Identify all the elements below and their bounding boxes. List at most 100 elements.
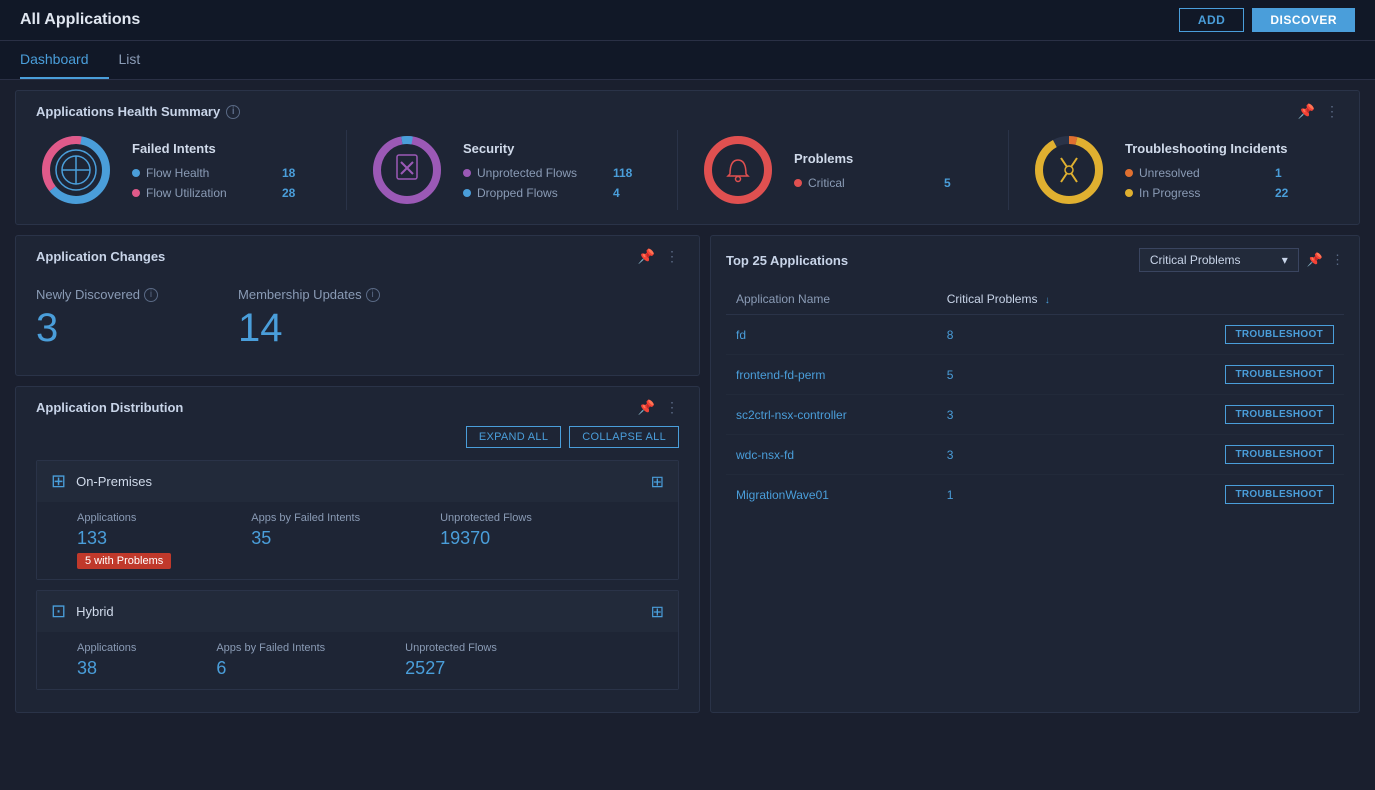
unprotected-flows-label: Unprotected Flows <box>477 166 607 180</box>
critical-count[interactable]: 8 <box>947 328 954 342</box>
troubleshoot-cell: TROUBLESHOOT <box>1135 395 1344 435</box>
app-changes-pin-icon[interactable]: 📌 <box>638 248 655 265</box>
critical-count[interactable]: 3 <box>947 408 954 422</box>
app-name-cell: frontend-fd-perm <box>726 355 937 395</box>
hybrid-applications: Applications 38 <box>77 642 136 679</box>
header-buttons: ADD DISCOVER <box>1179 8 1355 32</box>
collapse-all-button[interactable]: COLLAPSE ALL <box>569 426 679 448</box>
troubleshoot-cell: TROUBLESHOOT <box>1135 435 1344 475</box>
health-summary-info-icon[interactable]: i <box>226 105 240 119</box>
failed-intents-donut <box>36 130 116 210</box>
top25-card: Top 25 Applications Critical Problems ▾ … <box>710 235 1360 713</box>
main-content: Applications Health Summary i 📌 ⋮ <box>0 80 1375 723</box>
unprotected-flows-dot <box>463 169 471 177</box>
table-row: sc2ctrl-nsx-controller 3 TROUBLESHOOT <box>726 395 1344 435</box>
newly-discovered-metric: Newly Discovered i 3 <box>36 287 158 351</box>
dropdown-chevron-icon: ▾ <box>1282 253 1288 267</box>
on-premises-expand-btn[interactable]: ⊞ <box>651 472 664 492</box>
membership-updates-label: Membership Updates i <box>238 287 380 302</box>
on-premises-group: ⊞ On-Premises ⊞ Applications 133 5 with … <box>36 460 679 580</box>
troubleshoot-button[interactable]: TROUBLESHOOT <box>1225 365 1335 384</box>
hybrid-expand-btn[interactable]: ⊞ <box>651 602 664 622</box>
troubleshooting-section: Troubleshooting Incidents Unresolved 1 I… <box>1029 130 1339 210</box>
app-name-link[interactable]: frontend-fd-perm <box>736 368 825 382</box>
top25-filter: Critical Problems ▾ 📌 ⋮ <box>1139 248 1344 272</box>
app-name-cell: MigrationWave01 <box>726 475 937 515</box>
flow-health-label: Flow Health <box>146 166 276 180</box>
newly-discovered-value: 3 <box>36 306 158 351</box>
discover-button[interactable]: DISCOVER <box>1252 8 1355 32</box>
critical-label: Critical <box>808 176 938 190</box>
top25-more-icon[interactable]: ⋮ <box>1331 252 1344 268</box>
security-section: Security Unprotected Flows 118 Dropped F… <box>367 130 678 210</box>
on-premises-problems-badge: 5 with Problems <box>77 553 171 569</box>
critical-value-cell: 3 <box>937 395 1135 435</box>
security-title: Security <box>463 141 632 156</box>
unprotected-flows-row: Unprotected Flows 118 <box>463 166 632 180</box>
critical-count[interactable]: 1 <box>947 488 954 502</box>
top25-header: Top 25 Applications Critical Problems ▾ … <box>726 248 1344 272</box>
add-button[interactable]: ADD <box>1179 8 1245 32</box>
app-dist-more-icon[interactable]: ⋮ <box>665 399 679 416</box>
top25-dropdown[interactable]: Critical Problems ▾ <box>1139 248 1299 272</box>
hybrid-metrics: Applications 38 Apps by Failed Intents 6… <box>37 632 678 689</box>
membership-updates-value: 14 <box>238 306 380 351</box>
sort-icon: ↓ <box>1045 295 1050 306</box>
top25-pin-icon[interactable]: 📌 <box>1307 252 1323 268</box>
app-name-link[interactable]: sc2ctrl-nsx-controller <box>736 408 847 422</box>
app-changes-more-icon[interactable]: ⋮ <box>665 248 679 265</box>
troubleshoot-button[interactable]: TROUBLESHOOT <box>1225 445 1335 464</box>
app-changes-actions: 📌 ⋮ <box>638 248 679 265</box>
in-progress-dot <box>1125 189 1133 197</box>
troubleshoot-cell: TROUBLESHOOT <box>1135 355 1344 395</box>
hybrid-group: ⊡ Hybrid ⊞ Applications 38 Apps by Faile… <box>36 590 679 690</box>
critical-row: Critical 5 <box>794 176 951 190</box>
app-name-link[interactable]: MigrationWave01 <box>736 488 829 502</box>
troubleshoot-button[interactable]: TROUBLESHOOT <box>1225 405 1335 424</box>
table-row: wdc-nsx-fd 3 TROUBLESHOOT <box>726 435 1344 475</box>
health-metrics: Failed Intents Flow Health 18 Flow Utili… <box>36 130 1339 210</box>
hybrid-apps-failed: Apps by Failed Intents 6 <box>216 642 325 679</box>
top25-table: Application Name Critical Problems ↓ fd … <box>726 284 1344 514</box>
failed-intents-title: Failed Intents <box>132 141 295 156</box>
security-labels: Security Unprotected Flows 118 Dropped F… <box>463 141 632 200</box>
problems-title: Problems <box>794 151 951 166</box>
in-progress-label: In Progress <box>1139 186 1269 200</box>
dropped-flows-label: Dropped Flows <box>477 186 607 200</box>
flow-health-dot <box>132 169 140 177</box>
expand-all-button[interactable]: EXPAND ALL <box>466 426 561 448</box>
critical-count[interactable]: 5 <box>947 368 954 382</box>
tab-list[interactable]: List <box>119 41 161 79</box>
critical-value-cell: 8 <box>937 315 1135 355</box>
unresolved-row: Unresolved 1 <box>1125 166 1288 180</box>
table-row: frontend-fd-perm 5 TROUBLESHOOT <box>726 355 1344 395</box>
col-critical-problems[interactable]: Critical Problems ↓ <box>937 284 1135 315</box>
membership-updates-info-icon[interactable]: i <box>366 288 380 302</box>
app-name-cell: wdc-nsx-fd <box>726 435 937 475</box>
troubleshoot-button[interactable]: TROUBLESHOOT <box>1225 485 1335 504</box>
more-icon[interactable]: ⋮ <box>1325 103 1339 120</box>
app-name-link[interactable]: fd <box>736 328 746 342</box>
in-progress-row: In Progress 22 <box>1125 186 1288 200</box>
on-premises-applications: Applications 133 5 with Problems <box>77 512 171 569</box>
app-dist-pin-icon[interactable]: 📌 <box>638 399 655 416</box>
pin-icon[interactable]: 📌 <box>1298 103 1315 120</box>
app-changes-card: Application Changes 📌 ⋮ Newly Discovered… <box>15 235 700 376</box>
table-row: fd 8 TROUBLESHOOT <box>726 315 1344 355</box>
newly-discovered-info-icon[interactable]: i <box>144 288 158 302</box>
app-title: All Applications <box>20 11 140 29</box>
tab-dashboard[interactable]: Dashboard <box>20 41 109 79</box>
app-name-cell: sc2ctrl-nsx-controller <box>726 395 937 435</box>
troubleshoot-button[interactable]: TROUBLESHOOT <box>1225 325 1335 344</box>
health-summary-title: Applications Health Summary i <box>36 104 240 119</box>
on-premises-title: ⊞ On-Premises <box>51 471 152 492</box>
hybrid-icon: ⊡ <box>51 601 66 622</box>
app-distribution-card: Application Distribution 📌 ⋮ EXPAND ALL … <box>15 386 700 713</box>
on-premises-icon: ⊞ <box>51 471 66 492</box>
top25-title: Top 25 Applications <box>726 253 848 268</box>
changes-metrics: Newly Discovered i 3 Membership Updates … <box>36 275 679 363</box>
app-name-link[interactable]: wdc-nsx-fd <box>736 448 794 462</box>
critical-count[interactable]: 3 <box>947 448 954 462</box>
flow-utilization-row: Flow Utilization 28 <box>132 186 295 200</box>
hybrid-title: ⊡ Hybrid <box>51 601 114 622</box>
